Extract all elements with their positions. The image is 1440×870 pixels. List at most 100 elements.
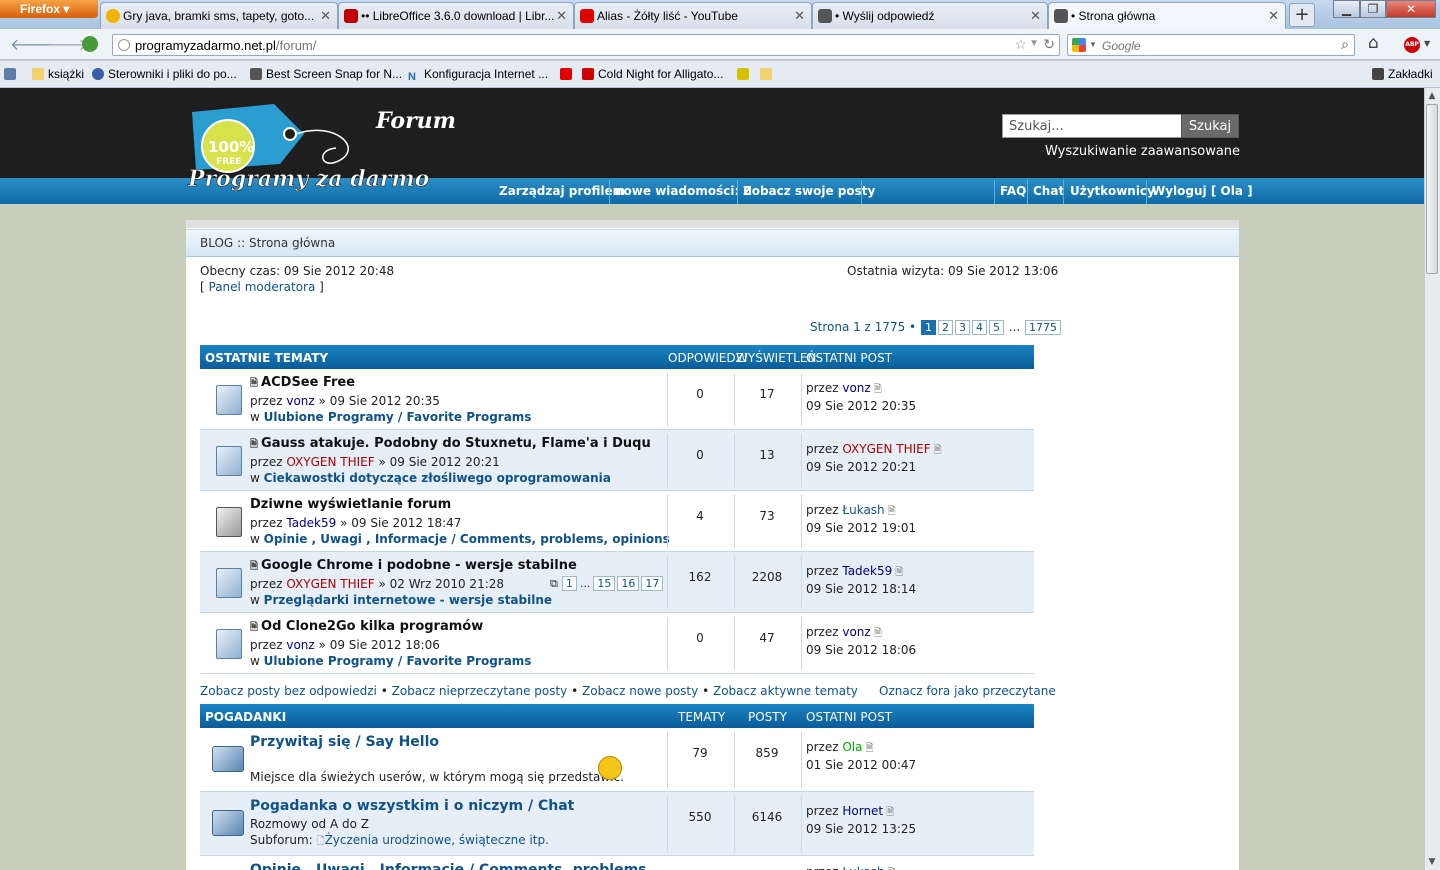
topic-page-link[interactable]: 1: [561, 576, 577, 591]
nav-own-posts[interactable]: Zobacz swoje posty: [743, 184, 875, 198]
last-post-author-link[interactable]: vonz: [842, 381, 870, 395]
magnifier-icon[interactable]: ⌕: [1341, 36, 1349, 53]
topic-author-link[interactable]: OXYGEN THIEF: [286, 455, 374, 469]
topic-author-link[interactable]: vonz: [286, 638, 314, 652]
url-dropdown-icon[interactable]: ▼: [1029, 38, 1039, 49]
topic-title[interactable]: 🗎 Gauss atakuje. Podobny do Stuxnetu, Fla…: [250, 436, 651, 454]
close-tab-icon[interactable]: ✕: [1268, 8, 1279, 24]
maximize-icon[interactable]: ❐: [1360, 0, 1386, 18]
moderator-panel-link[interactable]: Panel moderatora: [209, 280, 316, 294]
last-post-author-link[interactable]: Hornet: [842, 804, 883, 818]
topic-title[interactable]: 🗎 ACDSee Free: [250, 375, 355, 393]
page-5[interactable]: 5: [988, 320, 1004, 335]
search-engine-box[interactable]: ▼ Google ⌕: [1067, 34, 1355, 56]
nav-new-messages[interactable]: nowe wiadomości: 0: [615, 184, 752, 198]
page-3[interactable]: 3: [954, 320, 970, 335]
topic-author-link[interactable]: OXYGEN THIEF: [286, 577, 374, 591]
topic-page-link[interactable]: 15: [593, 576, 616, 591]
scroll-down-icon[interactable]: ▼: [1424, 854, 1440, 870]
last-post-author-link[interactable]: OXYGEN THIEF: [842, 442, 930, 456]
close-tab-icon[interactable]: ✕: [320, 8, 331, 24]
forum-search-button[interactable]: Szukaj: [1181, 114, 1239, 138]
view-latest-post-icon[interactable]: 🗎: [934, 445, 942, 456]
link-new-posts[interactable]: Zobacz nowe posty: [582, 684, 698, 698]
page-last[interactable]: 1775: [1025, 320, 1062, 335]
view-latest-post-icon[interactable]: 🗎: [888, 506, 896, 517]
bookmarks-menu[interactable]: Zakładki: [1372, 67, 1433, 81]
reload-icon[interactable]: ↻: [1043, 36, 1055, 53]
topic-author-link[interactable]: Tadek59: [286, 516, 336, 530]
bookmark-folder[interactable]: [760, 67, 776, 81]
advanced-search-link[interactable]: Wyszukiwanie zaawansowane: [1045, 144, 1240, 159]
nav-logout[interactable]: Wyloguj [ Ola ]: [1152, 184, 1253, 198]
last-post-author-link[interactable]: vonz: [842, 625, 870, 639]
link-unread[interactable]: Zobacz nieprzeczytane posty: [392, 684, 568, 698]
bookmarks-sidebar-icon[interactable]: [4, 67, 20, 81]
last-post-author-link[interactable]: Łukash: [842, 865, 884, 870]
mark-forums-read[interactable]: Oznacz fora jako przeczytane: [879, 684, 1056, 698]
scrollbar-thumb[interactable]: [1426, 104, 1438, 274]
nav-chat[interactable]: Chat: [1033, 184, 1064, 198]
view-latest-post-icon[interactable]: 🗎: [886, 807, 894, 818]
bookmark-cold-night[interactable]: Cold Night for Alligato...: [582, 67, 723, 81]
bookmark-youtube[interactable]: [560, 67, 576, 81]
subforum-link[interactable]: Życzenia urodzinowe, świąteczne itp.: [325, 833, 549, 847]
topic-title[interactable]: 🗎 Od Clone2Go kilka programów: [250, 619, 483, 637]
url-bar[interactable]: programyzadarmo.net.pl/forum/ ☆ ▼ ↻: [112, 34, 1060, 56]
adblock-dropdown-icon[interactable]: ▼: [1424, 39, 1430, 48]
home-icon[interactable]: ⌂: [1368, 33, 1379, 53]
close-tab-icon[interactable]: ✕: [1030, 8, 1041, 24]
tab-libreoffice[interactable]: •• LibreOffice 3.6.0 download | Libr... ✕: [338, 2, 574, 29]
close-tab-icon[interactable]: ✕: [794, 8, 805, 24]
bookmark-fp[interactable]: [737, 67, 753, 81]
topic-page-link[interactable]: 16: [617, 576, 640, 591]
bookmark-screen-snap[interactable]: Best Screen Snap for N...: [250, 67, 402, 81]
site-logo[interactable]: Forum 100% FREE Programy za darmo: [186, 100, 486, 197]
site-identity-icon[interactable]: [82, 36, 98, 52]
topic-title[interactable]: Dziwne wyświetlanie forum: [250, 497, 451, 512]
close-window-icon[interactable]: ✕: [1386, 0, 1436, 18]
tab-gry-java[interactable]: Gry java, bramki sms, tapety, goto... ✕: [100, 2, 338, 29]
view-latest-post-icon[interactable]: 🗎: [874, 628, 882, 639]
bookmark-konfiguracja[interactable]: N Konfiguracja Internet ...: [408, 67, 548, 83]
topic-forum-link[interactable]: Opinie , Uwagi , Informacje / Comments, …: [264, 532, 670, 546]
new-tab-button[interactable]: +: [1289, 3, 1315, 27]
view-latest-post-icon[interactable]: 🗎: [874, 384, 882, 395]
adblock-icon[interactable]: ABP: [1404, 37, 1420, 53]
scroll-up-icon[interactable]: ▲: [1424, 88, 1440, 104]
topic-page-link[interactable]: 17: [641, 576, 664, 591]
forum-title-link[interactable]: Opinie , Uwagi , Informacje / Comments, …: [250, 862, 647, 870]
link-unanswered[interactable]: Zobacz posty bez odpowiedzi: [200, 684, 377, 698]
link-active-topics[interactable]: Zobacz aktywne tematy: [713, 684, 858, 698]
bookmark-star-icon[interactable]: ☆: [1014, 36, 1027, 53]
nav-manage-profile[interactable]: Zarządzaj profilem: [499, 184, 625, 198]
forum-search-input[interactable]: Szukaj...: [1002, 114, 1182, 138]
view-latest-post-icon[interactable]: 🗎: [895, 567, 903, 578]
bookmark-sterowniki[interactable]: Sterowniki i pliki do po...: [92, 67, 237, 81]
last-post-author-link[interactable]: Łukash: [842, 503, 884, 517]
tab-strona-glowna[interactable]: • Strona główna ✕: [1048, 2, 1286, 29]
topic-forum-link[interactable]: Przeglądarki internetowe - wersje stabil…: [264, 593, 552, 607]
last-post-author-link[interactable]: Ola: [842, 740, 862, 754]
forum-title-link[interactable]: Pogadanka o wszystkim i o niczym / Chat: [250, 798, 574, 814]
close-tab-icon[interactable]: ✕: [556, 8, 567, 24]
nav-users[interactable]: Użytkownicy: [1070, 184, 1155, 198]
topic-author-link[interactable]: vonz: [286, 394, 314, 408]
tab-youtube[interactable]: Alias - Żółty liść - YouTube ✕: [574, 2, 812, 29]
view-latest-post-icon[interactable]: 🗎: [866, 743, 874, 754]
bookmark-ksiazki[interactable]: książki: [32, 67, 84, 81]
minimize-icon[interactable]: ▁: [1333, 0, 1360, 18]
topic-title[interactable]: 🗎 Google Chrome i podobne - wersje stabil…: [250, 558, 577, 576]
last-post-author-link[interactable]: Tadek59: [842, 564, 892, 578]
nav-faq[interactable]: FAQ: [1000, 184, 1026, 198]
topic-forum-link[interactable]: Ulubione Programy / Favorite Programs: [264, 410, 532, 424]
breadcrumb-text[interactable]: BLOG :: Strona główna: [200, 236, 335, 250]
topic-forum-link[interactable]: Ciekawostki dotyczące złośliwego oprogra…: [264, 471, 611, 485]
page-1[interactable]: 1: [920, 320, 936, 335]
forum-title-link[interactable]: Przywitaj się / Say Hello: [250, 734, 439, 750]
firefox-menu-button[interactable]: Firefox ▾: [0, 0, 98, 18]
engine-dropdown-icon[interactable]: ▼: [1089, 40, 1097, 49]
page-4[interactable]: 4: [971, 320, 987, 335]
topic-forum-link[interactable]: Ulubione Programy / Favorite Programs: [264, 654, 532, 668]
page-2[interactable]: 2: [937, 320, 953, 335]
